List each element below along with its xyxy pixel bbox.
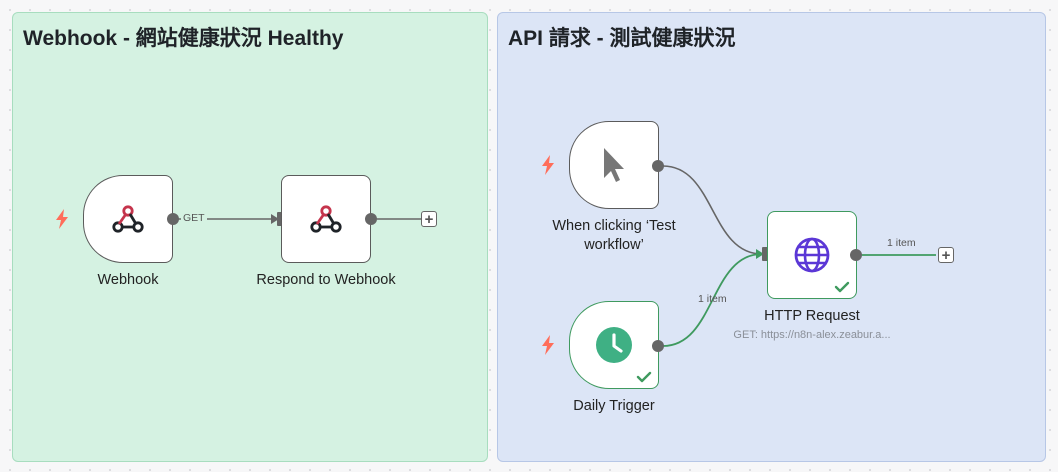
success-check-icon xyxy=(834,281,850,293)
add-node-plus-button[interactable]: + xyxy=(421,211,437,227)
node-label-manual-line2: workflow’ xyxy=(584,237,644,253)
output-port-schedule[interactable] xyxy=(652,340,664,352)
add-node-plus-button[interactable]: + xyxy=(938,247,954,263)
globe-icon xyxy=(794,237,830,273)
success-check-icon xyxy=(636,371,652,383)
node-daily-trigger[interactable] xyxy=(569,301,659,389)
webhook-icon xyxy=(310,205,342,233)
node-respond-to-webhook[interactable] xyxy=(281,175,371,263)
node-label-http: HTTP Request xyxy=(764,308,860,324)
edge-label-schedule-items: 1 item xyxy=(698,293,727,305)
webhook-icon xyxy=(112,205,144,233)
edge-label-http-items: 1 item xyxy=(887,237,916,249)
clock-icon xyxy=(596,327,632,363)
node-webhook[interactable] xyxy=(83,175,173,263)
trigger-bolt-icon xyxy=(542,155,554,175)
output-port-respond[interactable] xyxy=(365,213,377,225)
node-label-respond: Respond to Webhook xyxy=(256,272,396,288)
trigger-bolt-icon xyxy=(542,335,554,355)
node-label-manual: When clicking ‘Test workflow’ xyxy=(534,217,694,255)
trigger-bolt-icon xyxy=(56,209,68,229)
node-label-manual-line1: When clicking ‘Test xyxy=(552,218,676,234)
node-label-webhook: Webhook xyxy=(97,272,159,288)
node-http-request[interactable] xyxy=(767,211,857,299)
node-label-schedule: Daily Trigger xyxy=(573,398,655,414)
node-subtitle-http: GET: https://n8n-alex.zeabur.a... xyxy=(733,329,891,341)
output-port-webhook[interactable] xyxy=(167,213,179,225)
node-manual-trigger[interactable] xyxy=(569,121,659,209)
output-port-http[interactable] xyxy=(850,249,862,261)
output-port-manual[interactable] xyxy=(652,160,664,172)
edge-label-get: GET xyxy=(181,212,207,224)
cursor-pointer-icon xyxy=(604,148,624,182)
